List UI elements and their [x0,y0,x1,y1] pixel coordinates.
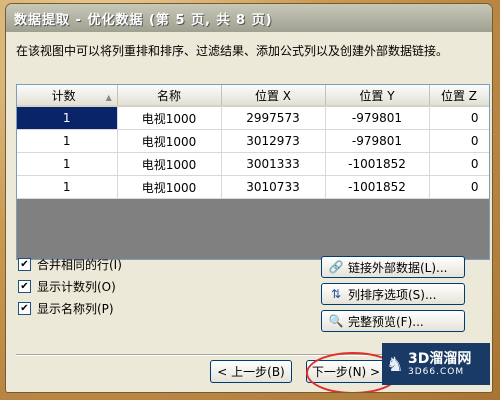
cell-y[interactable]: -979801 [325,106,430,130]
data-table: 计数 ▲ 名称 位置 X 位置 Y 位置 Z 1 电视1000 2997573 -… [17,85,489,199]
column-sort-options-button[interactable]: ⇅ 列排序选项(S)... [321,283,465,305]
back-button[interactable]: < 上一步(B) [210,360,292,383]
table-header-row: 计数 ▲ 名称 位置 X 位置 Y 位置 Z [17,85,489,107]
cell-y[interactable]: -1001852 [325,175,430,199]
cell-name[interactable]: 电视1000 [117,129,222,153]
checkmark-icon: ✔ [18,258,31,271]
watermark-line1: 3D溜溜网 [408,350,472,367]
column-header-x[interactable]: 位置 X [221,85,326,107]
cell-y[interactable]: -979801 [325,129,430,153]
show-name-column-checkbox[interactable]: ✔ 显示名称列(P) [18,300,114,317]
watermark-line2: 3D66.COM [408,366,465,377]
cell-x[interactable]: 2997573 [221,106,326,130]
link-icon: 🔗 [328,260,344,274]
checkmark-icon: ✔ [18,302,31,315]
link-external-data-button[interactable]: 🔗 链接外部数据(L)... [321,256,465,278]
cell-count[interactable]: 1 [17,175,118,199]
table-row[interactable]: 1 电视1000 3010733 -1001852 0 [17,175,489,199]
cell-x[interactable]: 3010733 [221,175,326,199]
checkbox-label: 显示计数列(O) [37,280,116,294]
deer-icon: ♞ [386,352,404,376]
cell-count[interactable]: 1 [17,106,118,130]
checkbox-label: 显示名称列(P) [37,302,114,316]
cell-count[interactable]: 1 [17,152,118,176]
preview-icon: 🔍 [328,314,344,328]
cell-z[interactable]: 0 [429,152,489,176]
cell-name[interactable]: 电视1000 [117,152,222,176]
column-header-name[interactable]: 名称 [117,85,222,107]
wizard-dialog: 数据提取 - 优化数据 (第 5 页, 共 8 页) 在该视图中可以将列重排和排… [6,4,492,392]
column-header-z[interactable]: 位置 Z [429,85,489,107]
sort-ascending-icon: ▲ [105,92,112,102]
merge-rows-checkbox[interactable]: ✔ 合并相同的行(I) [18,256,122,273]
column-header-count[interactable]: 计数 ▲ [17,85,118,107]
button-label: 链接外部数据(L)... [348,260,448,275]
cell-z[interactable]: 0 [429,106,489,130]
column-header-y[interactable]: 位置 Y [325,85,430,107]
cell-x[interactable]: 3012973 [221,129,326,153]
cell-name[interactable]: 电视1000 [117,106,222,130]
data-grid[interactable]: 计数 ▲ 名称 位置 X 位置 Y 位置 Z 1 电视1000 2997573 -… [16,84,490,260]
sort-icon: ⇅ [330,287,342,301]
table-row[interactable]: 1 电视1000 3012973 -979801 0 [17,129,489,153]
show-count-column-checkbox[interactable]: ✔ 显示计数列(O) [18,278,116,295]
dialog-title: 数据提取 - 优化数据 (第 5 页, 共 8 页) [14,12,273,28]
checkbox-label: 合并相同的行(I) [37,258,122,272]
page-description: 在该视图中可以将列重排和排序、过滤结果、添加公式列以及创建外部数据链接。 [16,44,449,58]
table-row[interactable]: 1 电视1000 2997573 -979801 0 [17,106,489,130]
cell-z[interactable]: 0 [429,175,489,199]
checkmark-icon: ✔ [18,280,31,293]
cell-name[interactable]: 电视1000 [117,175,222,199]
table-row[interactable]: 1 电视1000 3001333 -1001852 0 [17,152,489,176]
cell-y[interactable]: -1001852 [325,152,430,176]
watermark-logo: ♞ 3D溜溜网 3D66.COM [382,343,490,385]
cell-x[interactable]: 3001333 [221,152,326,176]
title-bar: 数据提取 - 优化数据 (第 5 页, 共 8 页) [6,4,492,32]
cell-count[interactable]: 1 [17,129,118,153]
full-preview-button[interactable]: 🔍 完整预览(F)... [321,310,465,332]
button-label: 完整预览(F)... [348,314,424,329]
button-label: 列排序选项(S)... [348,287,437,302]
cell-z[interactable]: 0 [429,129,489,153]
